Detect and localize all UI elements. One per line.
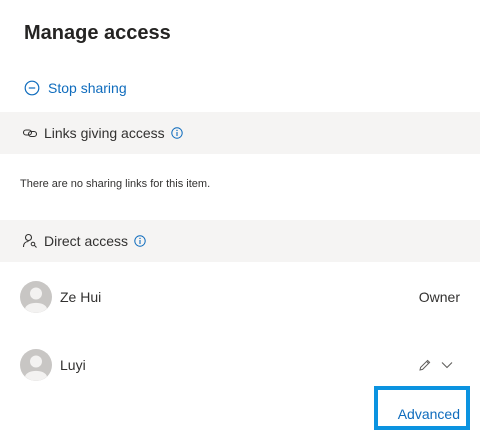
chevron-down-icon[interactable] xyxy=(440,358,454,372)
person-role: Owner xyxy=(418,289,460,305)
person-name: Luyi xyxy=(60,357,86,373)
person-row[interactable]: Luyi xyxy=(0,345,480,385)
direct-section-title: Direct access xyxy=(44,233,129,249)
avatar xyxy=(20,281,52,313)
stop-sharing-button[interactable]: Stop sharing xyxy=(24,80,127,96)
manage-access-title: Manage access xyxy=(24,22,171,44)
no-links-message: There are no sharing links for this item… xyxy=(20,178,211,190)
info-icon[interactable] xyxy=(170,127,183,139)
person-row[interactable]: Ze Hui Owner xyxy=(0,277,480,317)
links-giving-access-header: Links giving access xyxy=(0,112,480,154)
advanced-link[interactable]: Advanced xyxy=(398,406,460,422)
link-icon xyxy=(22,125,38,141)
pencil-icon[interactable] xyxy=(418,358,432,372)
person-name: Ze Hui xyxy=(60,289,102,305)
direct-access-header: Direct access xyxy=(0,220,480,262)
minus-circle-icon xyxy=(24,80,40,96)
avatar xyxy=(20,349,52,381)
stop-sharing-label: Stop sharing xyxy=(48,80,127,96)
info-icon[interactable] xyxy=(134,235,146,247)
person-key-icon xyxy=(22,233,38,249)
links-section-title: Links giving access xyxy=(44,125,165,141)
permission-dropdown[interactable] xyxy=(418,358,454,372)
